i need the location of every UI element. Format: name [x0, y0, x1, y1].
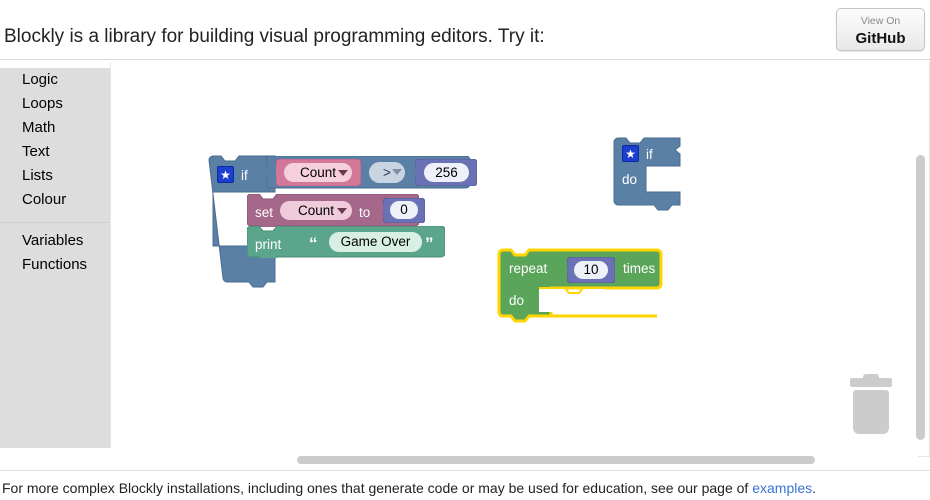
sidebar-item-lists[interactable]: Lists — [0, 164, 110, 188]
quote-close-icon: ” — [425, 234, 434, 253]
footer-text-after: . — [812, 480, 817, 496]
if-empty-if-label: if — [646, 147, 653, 162]
sidebar-item-math[interactable]: Math — [0, 116, 110, 140]
sidebar-item-logic[interactable]: Logic — [0, 68, 110, 92]
toolbox-separator — [0, 212, 110, 223]
text-print-print-label: print — [255, 237, 282, 252]
github-button-bottom-label: GitHub — [855, 29, 906, 47]
repeat-do-label: do — [509, 293, 525, 308]
quote-open-icon: “ — [309, 234, 318, 253]
sidebar-item-loops[interactable]: Loops — [0, 92, 110, 116]
sidebar-item-functions[interactable]: Functions — [0, 253, 110, 277]
vertical-scrollbar[interactable] — [916, 155, 925, 440]
footer-text: For more complex Blockly installations, … — [2, 480, 816, 496]
mutator-star-icon[interactable]: ★ — [217, 166, 234, 183]
footer-text-before: For more complex Blockly installations, … — [2, 480, 753, 496]
trash-body — [853, 390, 889, 434]
chevron-down-icon-operator[interactable] — [392, 169, 402, 175]
mutator-star-icon-empty[interactable]: ★ — [622, 145, 639, 162]
if-main-if-label: if — [241, 168, 248, 183]
sidebar-item-colour[interactable]: Colour — [0, 188, 110, 212]
view-on-github-button[interactable]: View On GitHub — [836, 8, 925, 51]
text-field-game-over[interactable]: Game Over — [329, 232, 422, 252]
repeat-times-label: times — [623, 261, 656, 276]
blockly-workspace[interactable]: ★ if do Count > 256 set Count to 0 print… — [110, 68, 918, 448]
variables-set-set-label: set — [255, 205, 274, 220]
blockly-toolbox[interactable]: Logic Loops Math Text Lists Colour Varia… — [0, 68, 110, 448]
if-main-do-label: do — [217, 204, 233, 219]
repeat-repeat-label: repeat — [509, 261, 548, 276]
trash-lid — [850, 378, 892, 387]
page-title: Blockly is a library for building visual… — [4, 26, 545, 47]
blockly-demo-page: Blockly is a library for building visual… — [0, 0, 930, 500]
variables-set-to-label: to — [359, 205, 371, 220]
chevron-down-icon-set-variable[interactable] — [337, 208, 347, 214]
page-header: Blockly is a library for building visual… — [0, 0, 930, 60]
number-field-10[interactable]: 10 — [574, 261, 608, 279]
sidebar-item-variables[interactable]: Variables — [0, 229, 110, 253]
sidebar-item-text[interactable]: Text — [0, 140, 110, 164]
number-field-256[interactable]: 256 — [424, 163, 469, 182]
if-empty-do-label: do — [622, 172, 638, 187]
examples-link[interactable]: examples — [752, 480, 812, 496]
trash-icon[interactable] — [850, 374, 892, 434]
chevron-down-icon-variable[interactable] — [338, 170, 348, 176]
number-field-0[interactable]: 0 — [390, 201, 418, 219]
github-button-top-label: View On — [860, 15, 901, 27]
page-footer: For more complex Blockly installations, … — [0, 470, 930, 500]
horizontal-scrollbar[interactable] — [297, 456, 815, 464]
